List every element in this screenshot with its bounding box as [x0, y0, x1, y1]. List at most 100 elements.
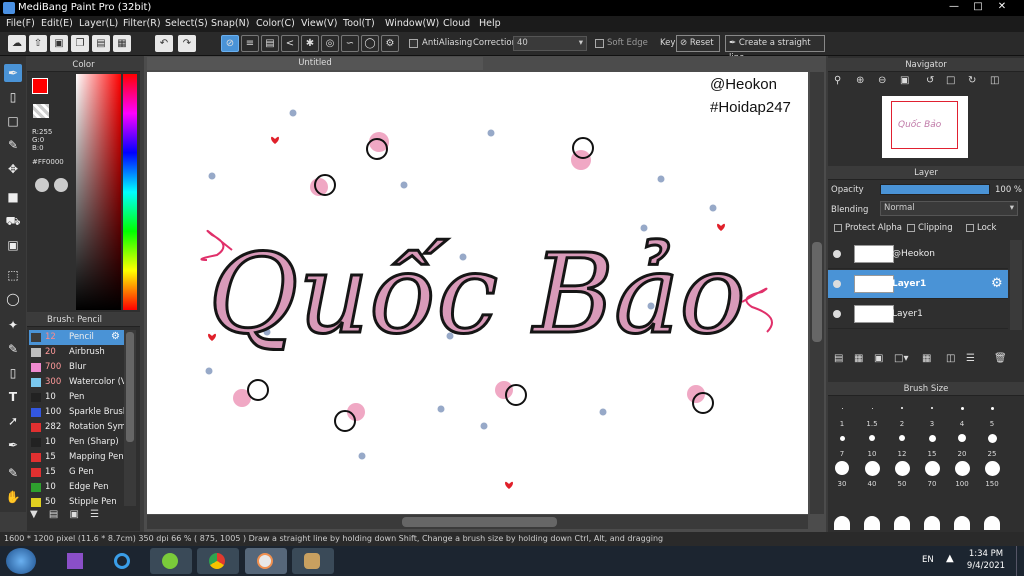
document-icon[interactable]: ▤ [92, 35, 110, 52]
brush-list-item[interactable]: 50 Stipple Pen [29, 495, 124, 510]
brush-add-icon[interactable]: ▼ [30, 509, 38, 520]
operation-tool-icon[interactable]: ➚ [4, 412, 22, 430]
parallel-snap-icon[interactable]: ≡ [241, 35, 259, 52]
menu-cloud[interactable]: Cloud [443, 18, 470, 29]
add-layer-menu-icon[interactable]: □▾ [894, 353, 908, 364]
brush-list-item[interactable]: 20 Airbrush [29, 345, 124, 360]
layer-list-scrollbar[interactable] [1010, 240, 1022, 330]
layer-row[interactable]: Layer1 ⚙ [828, 270, 1008, 299]
bucket-tool-icon[interactable]: ⛟ [4, 212, 22, 230]
brush-size-preset[interactable] [901, 407, 903, 409]
zoom-in-icon[interactable]: ⊕ [856, 75, 864, 86]
concentric-snap-icon[interactable]: ◎ [321, 35, 339, 52]
menu-file[interactable]: File(F) [6, 18, 35, 29]
copy-icon[interactable]: ❐ [71, 35, 89, 52]
brush-size-preset[interactable] [899, 435, 905, 441]
grid-snap-icon[interactable]: ▤ [261, 35, 279, 52]
brush-list-item[interactable]: 12 Pencil ⚙ [29, 330, 124, 345]
medibang-taskbar-icon[interactable] [245, 548, 287, 574]
flip-icon[interactable]: ◫ [990, 75, 999, 86]
brush-list-item[interactable]: 10 Edge Pen [29, 480, 124, 495]
brush-size-preset[interactable] [960, 406, 964, 410]
cloud-icon[interactable]: ☁ [8, 35, 26, 52]
gradient-tool-icon[interactable]: ▣ [4, 236, 22, 254]
curve-snap-icon[interactable]: ∽ [341, 35, 359, 52]
internet-explorer-icon[interactable] [102, 548, 144, 574]
lock-checkbox[interactable] [966, 224, 974, 232]
perspective-snap-icon[interactable]: < [281, 35, 299, 52]
brush-size-preset[interactable] [839, 435, 845, 441]
dot-tool-icon[interactable]: □ [4, 112, 22, 130]
folder-icon[interactable]: ▦ [922, 353, 931, 364]
menu-edit[interactable]: Edit(E) [41, 18, 73, 29]
brush-size-preset[interactable] [954, 460, 970, 476]
brush-settings-icon[interactable]: ☰ [90, 509, 99, 520]
clipping-checkbox[interactable] [907, 224, 915, 232]
brush-list-item[interactable]: 282 Rotation Sym [29, 420, 126, 435]
visibility-eye-icon[interactable] [833, 250, 841, 258]
lasso-tool-icon[interactable]: ◯ [4, 290, 22, 308]
menu-snap[interactable]: Snap(N) [211, 18, 249, 29]
brush-list-item[interactable]: 10 Pen (Sharp) [29, 435, 124, 450]
divide-tool-icon[interactable]: ✎ [4, 464, 22, 482]
brush-size-preset[interactable] [928, 434, 936, 442]
straight-line-button[interactable]: ✒ Create a straight line [725, 35, 825, 63]
brush-list-scroll-thumb[interactable] [126, 332, 134, 442]
rotate-left-icon[interactable]: ↺ [926, 75, 934, 86]
paint-icon[interactable] [292, 548, 334, 574]
brush-size-preset[interactable] [954, 516, 970, 530]
brush-size-preset[interactable] [924, 460, 940, 476]
material-icon[interactable]: ▦ [113, 35, 131, 52]
brush-size-preset[interactable] [984, 460, 1000, 476]
undo-icon[interactable]: ↶ [155, 35, 173, 52]
eyedropper-icon[interactable]: ✒ [4, 436, 22, 454]
correction-select[interactable]: 40 ▾ [513, 36, 587, 51]
navigator-preview[interactable]: Quốc Bảo [882, 96, 968, 158]
app-icon-1[interactable] [150, 548, 192, 574]
brush-size-preset[interactable] [924, 516, 940, 530]
menu-help[interactable]: Help [479, 18, 501, 29]
soft-edge-checkbox[interactable] [595, 39, 604, 48]
brush-list-item[interactable]: 15 Mapping Pen [29, 450, 124, 465]
vertical-scrollbar[interactable] [810, 72, 824, 514]
clock[interactable]: 1:34 PM 9/4/2021 [962, 548, 1010, 572]
primary-color-swatch[interactable] [32, 78, 48, 94]
show-desktop-button[interactable] [1016, 546, 1024, 576]
tray-arrow-icon[interactable]: ▲ [946, 553, 954, 564]
magic-wand-icon[interactable]: ✦ [4, 316, 22, 334]
menu-window[interactable]: Window(W) [385, 18, 439, 29]
brush-menu-icon[interactable]: ▣ [70, 509, 79, 520]
select-pen-icon[interactable]: ✎ [4, 340, 22, 358]
hand-tool-icon[interactable]: ✋ [4, 488, 22, 506]
language-indicator[interactable]: EN [922, 555, 934, 565]
document-tab[interactable]: Untitled [147, 57, 483, 70]
horizontal-scroll-thumb[interactable] [402, 517, 557, 527]
brush-size-preset[interactable] [869, 435, 875, 441]
no-snap-icon[interactable]: ⊘ [221, 35, 239, 52]
redo-icon[interactable]: ↷ [178, 35, 196, 52]
move-tool-icon[interactable]: ✥ [4, 160, 22, 178]
start-button[interactable] [6, 548, 36, 574]
maximize-button[interactable]: □ [966, 0, 990, 14]
visibility-eye-icon[interactable] [833, 310, 841, 318]
opacity-slider[interactable] [880, 184, 990, 195]
brush-list-item[interactable]: 300 Watercolor (V [29, 375, 127, 390]
zoom-actual-icon[interactable]: ▣ [900, 75, 909, 86]
select-rect-icon[interactable]: ⬚ [4, 266, 22, 284]
new-halftone-layer-icon[interactable]: ▦ [854, 353, 863, 364]
transparent-swatch[interactable] [33, 104, 49, 118]
brush-size-preset[interactable] [931, 407, 933, 409]
comment-icon[interactable]: ▣ [50, 35, 68, 52]
close-button[interactable]: ✕ [990, 0, 1014, 14]
vertical-scroll-thumb[interactable] [812, 242, 822, 342]
brush-size-preset[interactable] [958, 434, 966, 442]
brush-size-preset[interactable] [984, 516, 1000, 530]
radial-snap-icon[interactable]: ✱ [301, 35, 319, 52]
circle-snap-icon[interactable]: ◯ [361, 35, 379, 52]
layer-settings-gear-icon[interactable]: ⚙ [991, 276, 1003, 291]
brush-tool-icon[interactable]: ✒ [4, 64, 22, 82]
duplicate-layer-icon[interactable]: ▣ [874, 353, 883, 364]
saturation-value-picker[interactable] [76, 74, 121, 310]
horizontal-scrollbar[interactable] [147, 515, 808, 529]
menu-layer[interactable]: Layer(L) [79, 18, 118, 29]
